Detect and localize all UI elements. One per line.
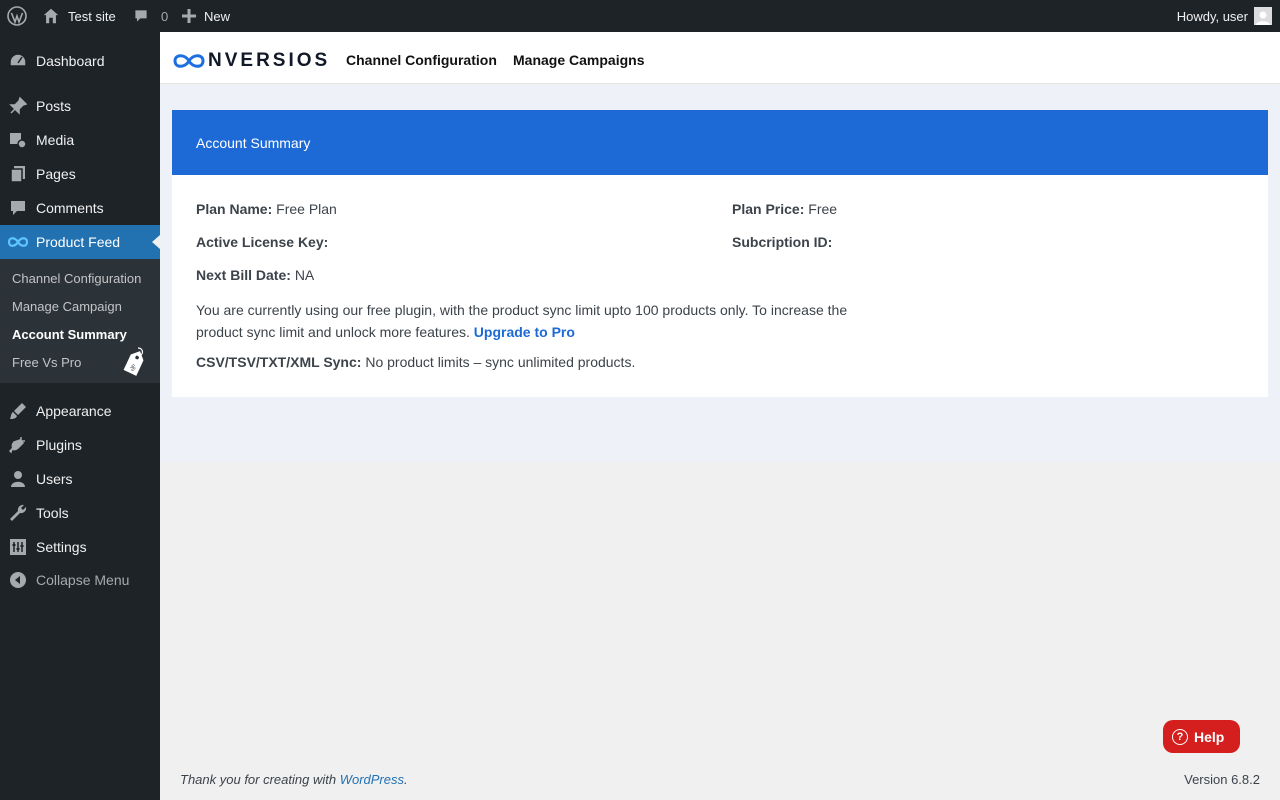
next-bill-date-value: NA (294, 267, 315, 283)
product-feed-submenu: Channel Configuration Manage Campaign Ac… (0, 259, 160, 383)
plan-price-field: Plan Price: Free (732, 201, 837, 217)
infinity-icon (173, 54, 205, 68)
menu-item-settings[interactable]: Settings (0, 530, 160, 564)
brush-icon (0, 401, 36, 421)
plan-price-value: Free (808, 201, 838, 217)
collapse-icon (0, 571, 36, 589)
new-label: New (204, 8, 231, 24)
account-summary-card: Account Summary Plan Name: Free Plan Pla… (172, 110, 1268, 397)
menu-label: Users (36, 471, 73, 487)
menu-label: Tools (36, 505, 69, 521)
pin-icon (0, 96, 36, 116)
comments-link[interactable]: 0 (133, 0, 168, 32)
menu-label: Settings (36, 539, 87, 555)
footer-thanks-suffix: . (404, 772, 408, 787)
plan-name-field: Plan Name: Free Plan (196, 201, 337, 217)
menu-item-media[interactable]: Media (0, 123, 160, 157)
menu-label: Dashboard (36, 53, 105, 69)
menu-item-plugins[interactable]: Plugins (0, 428, 160, 462)
settings-icon (0, 537, 36, 557)
site-name-label: Test site (68, 8, 116, 24)
question-icon: ? (1172, 728, 1188, 745)
collapse-menu-button[interactable]: Collapse Menu (0, 563, 160, 597)
dashboard-icon (0, 51, 36, 71)
avatar (1254, 7, 1272, 25)
nav-link-channel-configuration[interactable]: Channel Configuration (346, 52, 497, 68)
help-button[interactable]: ? Help (1163, 720, 1240, 753)
plugin-icon (0, 435, 36, 455)
user-icon (0, 469, 36, 489)
wrench-icon (0, 503, 36, 523)
comment-icon (135, 10, 147, 22)
footer-version: Version 6.8.2 (1184, 772, 1260, 787)
menu-label: Media (36, 132, 75, 148)
menu-label: Comments (36, 200, 104, 216)
comments-count: 0 (161, 8, 169, 24)
footer-thanks-prefix: Thank you for creating with (180, 772, 340, 787)
collapse-label: Collapse Menu (36, 572, 130, 588)
menu-label: Product Feed (36, 234, 121, 250)
submenu-item-manage-campaign[interactable]: Manage Campaign (12, 299, 122, 314)
license-key-label: Active License Key: (196, 234, 329, 250)
home-icon (43, 8, 59, 24)
next-bill-date-label: Next Bill Date: (196, 267, 291, 283)
comment-icon (0, 198, 36, 218)
plan-name-value: Free Plan (276, 201, 337, 217)
menu-item-appearance[interactable]: Appearance (0, 394, 160, 428)
submenu-item-channel-configuration[interactable]: Channel Configuration (12, 271, 141, 286)
upgrade-to-pro-link[interactable]: Upgrade to Pro (474, 324, 575, 340)
menu-item-tools[interactable]: Tools (0, 496, 160, 530)
sync-field: CSV/TSV/TXT/XML Sync: No product limits … (196, 354, 635, 370)
new-content-link[interactable]: New (182, 0, 230, 32)
free-plan-notice: You are currently using our free plugin,… (196, 299, 876, 343)
footer-thanks: Thank you for creating with WordPress. (180, 772, 408, 787)
sync-label: CSV/TSV/TXT/XML Sync: (196, 354, 362, 370)
card-header: Account Summary (172, 110, 1268, 175)
site-name-link[interactable]: Test site (42, 0, 116, 32)
submenu-item-free-vs-pro[interactable]: Free Vs Pro (12, 355, 81, 370)
license-key-field: Active License Key: (196, 234, 328, 250)
admin-bar: Test site 0 New Howdy, user (0, 0, 1280, 32)
logo-text: NVERSIOS (208, 50, 331, 71)
subscription-id-field: Subcription ID: (732, 234, 832, 250)
menu-item-pages[interactable]: Pages (0, 157, 160, 191)
price-tag-icon: % (123, 347, 144, 376)
admin-menu: Dashboard Posts Media Pages Comments Pro… (0, 32, 160, 800)
help-label: Help (1194, 728, 1225, 745)
wordpress-link[interactable]: WordPress (340, 772, 404, 787)
menu-label: Posts (36, 98, 72, 114)
menu-label: Pages (36, 166, 76, 182)
plus-icon (182, 9, 196, 23)
menu-item-comments[interactable]: Comments (0, 191, 160, 225)
submenu-item-account-summary[interactable]: Account Summary (12, 327, 127, 342)
media-icon (0, 130, 36, 150)
subscription-id-label: Subcription ID: (732, 234, 833, 250)
pages-icon (0, 164, 36, 184)
card-title: Account Summary (196, 134, 311, 151)
plan-name-label: Plan Name: (196, 201, 273, 217)
sync-value: No product limits – sync unlimited produ… (365, 354, 636, 370)
plan-price-label: Plan Price: (732, 201, 805, 217)
menu-label: Plugins (36, 437, 82, 453)
wordpress-logo-icon[interactable] (0, 0, 34, 32)
menu-item-dashboard[interactable]: Dashboard (0, 44, 160, 78)
menu-item-posts[interactable]: Posts (0, 89, 160, 123)
conversios-logo[interactable]: NVERSIOS (172, 50, 331, 71)
menu-label: Appearance (36, 403, 112, 419)
my-account-link[interactable]: Howdy, user (1177, 0, 1272, 32)
menu-item-product-feed[interactable]: Product Feed (0, 225, 160, 259)
conversios-icon (0, 236, 36, 248)
next-bill-date-field: Next Bill Date: NA (196, 267, 314, 283)
current-pointer (152, 235, 160, 249)
nav-link-manage-campaigns[interactable]: Manage Campaigns (513, 52, 644, 68)
menu-item-users[interactable]: Users (0, 462, 160, 496)
plugin-header: NVERSIOS Channel Configuration Manage Ca… (160, 32, 1280, 84)
greeting: Howdy, user (1176, 8, 1248, 24)
